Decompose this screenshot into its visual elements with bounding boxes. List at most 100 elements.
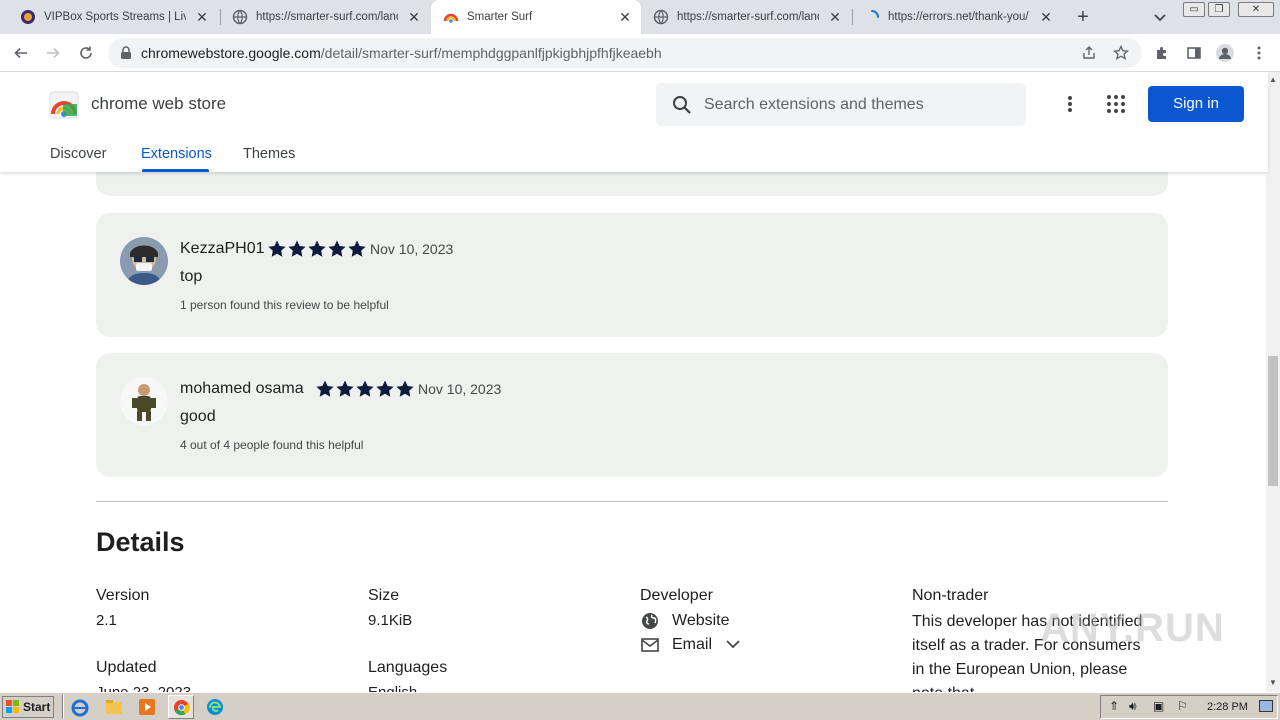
store-header: chrome web store Search extensions and t… <box>0 72 1268 172</box>
email-label: Email <box>672 636 713 653</box>
globe-icon <box>232 9 248 25</box>
developer-website-link[interactable]: Website <box>640 611 790 633</box>
developer-label: Developer <box>640 587 713 604</box>
close-tab-icon[interactable]: ✕ <box>617 9 633 25</box>
review-card: mohamed osama Nov 10, 2023 good 4 out of… <box>96 353 1168 477</box>
tab-themes[interactable]: Themes <box>243 146 295 162</box>
file-explorer-icon[interactable] <box>105 699 123 715</box>
search-placeholder: Search extensions and themes <box>704 96 924 113</box>
loading-spinner-icon <box>871 10 879 18</box>
address-bar[interactable]: chromewebstore.google.com/detail/smarter… <box>108 38 1142 68</box>
review-helpful-count: 4 out of 4 people found this helpful <box>180 438 364 452</box>
star-icon <box>336 380 354 397</box>
avatar <box>120 377 168 425</box>
action-center-flag-icon[interactable]: ⚐ <box>1177 699 1188 713</box>
lock-icon[interactable] <box>120 46 132 60</box>
extensions-puzzle-icon[interactable] <box>1151 42 1173 64</box>
website-label: Website <box>672 612 730 629</box>
tab-search-chevron-icon[interactable] <box>1152 9 1168 25</box>
star-icon <box>268 240 286 257</box>
side-panel-icon[interactable] <box>1183 42 1205 64</box>
star-icon <box>376 380 394 397</box>
chrome-webstore-icon <box>443 13 459 23</box>
star-icon <box>288 240 306 257</box>
url-host: chromewebstore.google.com <box>141 45 321 61</box>
google-apps-grid-icon[interactable] <box>1106 94 1126 114</box>
windows-logo-icon <box>6 700 19 713</box>
restore-window-button[interactable]: ❐ <box>1208 2 1230 17</box>
review-author: KezzaPH01 <box>180 240 265 257</box>
size-label: Size <box>368 587 400 604</box>
chevron-down-icon <box>726 640 740 649</box>
tab-discover[interactable]: Discover <box>50 146 106 162</box>
details-heading: Details <box>96 527 185 557</box>
close-tab-icon[interactable]: ✕ <box>1038 9 1054 25</box>
network-icon[interactable]: ▣ <box>1153 699 1164 713</box>
tab-extensions[interactable]: Extensions <box>141 146 212 162</box>
scroll-up-arrow-icon[interactable]: ▲ <box>1269 75 1277 84</box>
tab-smarter-surf[interactable]: Smarter Surf ✕ <box>431 0 641 34</box>
clock[interactable]: 2:28 PM <box>1207 701 1248 713</box>
tab-vipbox[interactable]: VIPBox Sports Streams | Live V ✕ <box>8 0 218 34</box>
scroll-down-arrow-icon[interactable]: ▼ <box>1269 678 1277 687</box>
profile-avatar-icon[interactable] <box>1214 42 1236 64</box>
review-text: good <box>180 408 216 425</box>
tab-errors-thank-you[interactable]: https://errors.net/thank-you/ ✕ <box>852 0 1062 34</box>
media-player-icon[interactable] <box>138 698 156 716</box>
close-tab-icon[interactable]: ✕ <box>194 9 210 25</box>
tab-smarter-surf-landing-2[interactable]: https://smarter-surf.com/landi ✕ <box>641 0 851 34</box>
star-icon <box>356 380 374 397</box>
new-tab-button[interactable]: + <box>1072 6 1094 28</box>
version-label: Version <box>96 587 150 604</box>
globe-icon <box>653 9 669 25</box>
browser-menu-kebab-icon[interactable] <box>1248 42 1270 64</box>
forward-arrow-icon[interactable] <box>42 42 64 64</box>
edge-icon[interactable] <box>206 698 224 716</box>
show-desktop-icon[interactable] <box>1259 700 1273 712</box>
developer-email-toggle[interactable]: Email <box>640 635 790 657</box>
store-search-input[interactable]: Search extensions and themes <box>656 83 1026 126</box>
taskbar-chrome-button[interactable] <box>168 695 194 719</box>
store-name[interactable]: chrome web store <box>91 94 226 114</box>
system-tray: ⇑ 🔊︎ ▣ ⚐ 2:28 PM <box>1100 695 1278 719</box>
tab-title: Smarter Surf <box>467 11 533 23</box>
more-options-kebab-icon[interactable] <box>1061 94 1079 114</box>
minimize-window-button[interactable]: ▭ <box>1183 2 1205 17</box>
page-scrollbar[interactable]: ▲ ▼ <box>1266 72 1280 692</box>
section-divider <box>96 501 1168 502</box>
close-tab-icon[interactable]: ✕ <box>406 9 422 25</box>
avatar <box>120 237 168 285</box>
star-icon <box>348 240 366 257</box>
chrome-web-store-logo[interactable] <box>49 90 79 120</box>
size-value: 9.1KiB <box>368 612 413 629</box>
scrollbar-thumb[interactable] <box>1268 356 1278 486</box>
back-arrow-icon[interactable] <box>10 42 32 64</box>
share-icon[interactable] <box>1081 45 1097 61</box>
vipbox-icon <box>21 10 35 24</box>
start-button[interactable]: Start <box>2 696 54 718</box>
search-icon <box>673 96 691 114</box>
tab-title: VIPBox Sports Streams | Live V <box>44 11 186 23</box>
languages-value: English <box>368 684 417 692</box>
star-rating <box>315 379 415 399</box>
tray-expand-icon[interactable]: ⇑ <box>1109 699 1119 713</box>
volume-icon[interactable]: 🔊︎ <box>1129 699 1137 714</box>
review-helpful-count: 1 person found this review to be helpful <box>180 298 389 312</box>
star-icon <box>308 240 326 257</box>
star-rating <box>267 239 367 259</box>
bookmark-star-icon[interactable] <box>1112 44 1130 61</box>
url-path: /detail/smarter-surf/memphdggpanlfjpkigb… <box>320 45 662 61</box>
internet-explorer-icon[interactable] <box>71 699 89 717</box>
anyrun-watermark: ANY.RUN <box>1040 606 1225 650</box>
reload-icon[interactable] <box>75 42 97 64</box>
taskbar-separator <box>62 695 64 719</box>
close-tab-icon[interactable]: ✕ <box>827 9 843 25</box>
version-value: 2.1 <box>96 612 117 629</box>
windows-taskbar: Start ⇑ 🔊︎ ▣ ⚐ 2:28 PM <box>0 692 1280 720</box>
sign-in-button[interactable]: Sign in <box>1148 86 1244 122</box>
url-text: chromewebstore.google.com/detail/smarter… <box>141 45 662 61</box>
tab-title: https://smarter-surf.com/landi <box>256 11 398 23</box>
tab-smarter-surf-landing[interactable]: https://smarter-surf.com/landi ✕ <box>220 0 430 34</box>
close-window-button[interactable]: ✕ <box>1238 2 1274 17</box>
tab-title: https://errors.net/thank-you/ <box>888 11 1029 23</box>
